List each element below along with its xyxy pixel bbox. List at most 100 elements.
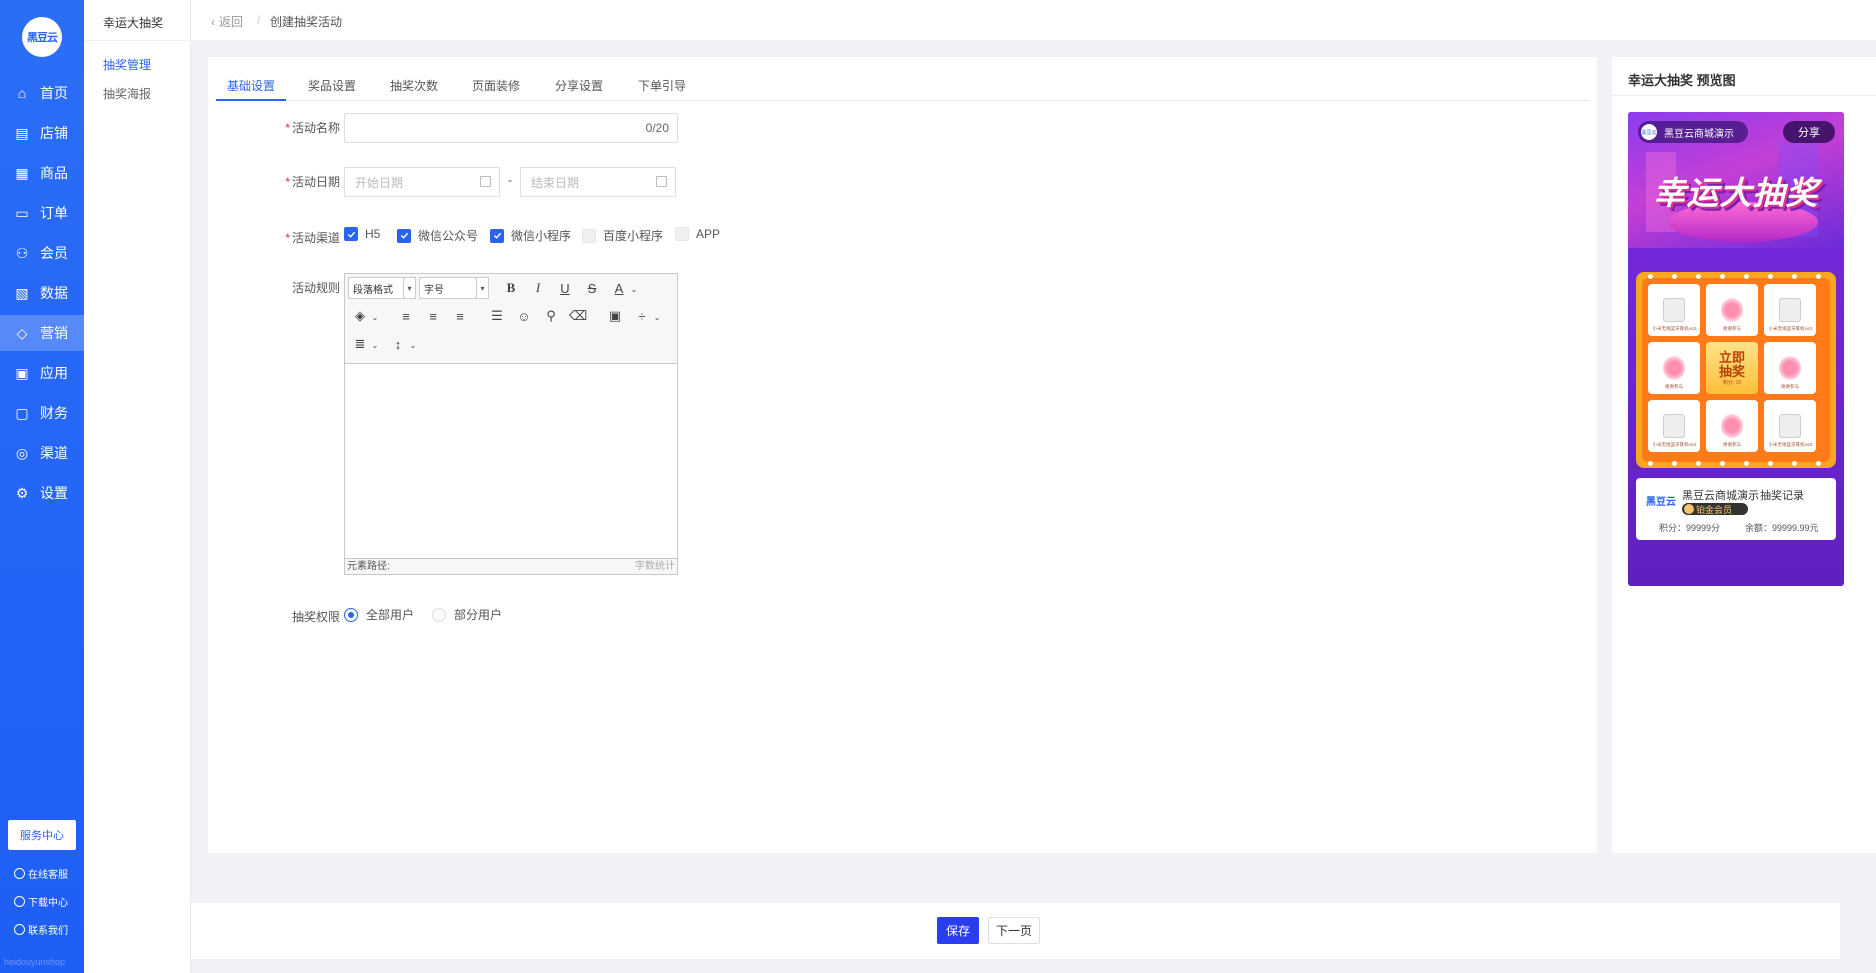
nav-item-finance[interactable]: ▢ 财务 (0, 395, 84, 431)
nav-item-order[interactable]: ▭ 订单 (0, 195, 84, 231)
download-center-link[interactable]: 下载中心 (14, 894, 68, 909)
permission-radio-all[interactable]: 全部用户 (344, 606, 414, 623)
prize-name: 小米无线蓝牙耳机Air2 (1767, 442, 1813, 448)
service-center-button[interactable]: 服务中心 (8, 820, 76, 850)
start-date-input[interactable]: 开始日期 (344, 167, 500, 197)
nav-item-store[interactable]: ▤ 店铺 (0, 115, 84, 151)
nav-item-user[interactable]: ⚇ 会员 (0, 235, 84, 271)
subnav-item-lottery-manage[interactable]: 抽奖管理 (103, 56, 151, 73)
brand-logo[interactable]: 黑豆云 (22, 17, 62, 57)
activity-name-input[interactable]: 0/20 (344, 113, 678, 143)
image-icon[interactable]: ▣ (606, 307, 624, 325)
chevron-down-icon[interactable]: ⌄ (404, 336, 422, 354)
nav-item-label: 数据 (40, 285, 68, 301)
watermark: heidouyunshop (4, 957, 66, 967)
bold-icon[interactable]: B (502, 279, 520, 297)
nav-item-home[interactable]: ⌂ 首页 (0, 75, 84, 111)
editor-footer: 元素路径: 字数统计 (345, 558, 677, 574)
light-bulb-decoration (1648, 274, 1653, 279)
share-button[interactable]: 分享 (1783, 121, 1835, 143)
nav-item-tag[interactable]: ◇ 营销 (0, 315, 84, 351)
font-size-select[interactable]: 字号 ▾ (419, 277, 489, 299)
light-bulb-decoration (1672, 461, 1677, 466)
nav-item-label: 订单 (40, 205, 68, 221)
gear-icon: ⚙ (15, 484, 29, 501)
radio-unselected-icon (432, 607, 446, 622)
member-level-badge: 铂金会员 (1682, 503, 1748, 515)
save-button[interactable]: 保存 (937, 917, 979, 944)
strikethrough-icon[interactable]: S (583, 279, 601, 297)
chevron-down-icon[interactable]: ⌄ (366, 308, 384, 326)
align-left-icon[interactable]: ≡ (397, 307, 415, 325)
tag-icon: ◇ (16, 324, 28, 341)
chevron-down-icon[interactable]: ⌄ (366, 336, 384, 354)
align-right-icon[interactable]: ≡ (451, 307, 469, 325)
tab-page-design[interactable]: 页面装修 (472, 77, 520, 94)
tab-share[interactable]: 分享设置 (555, 77, 603, 94)
eraser-icon[interactable]: ⌫ (569, 307, 587, 325)
start-date-placeholder: 开始日期 (355, 175, 404, 190)
align-center-icon[interactable]: ≡ (424, 307, 442, 325)
chevron-down-icon[interactable]: ⌄ (648, 308, 666, 326)
lottery-grid: 小米无线蓝牙耳机Air2 谢谢参与 小米无线蓝牙耳机Air2 谢谢参与 谢谢参与 小米无线… (1642, 278, 1830, 462)
user-avatar-logo: 黑豆云 (1646, 497, 1676, 508)
app-root: 黑豆云 ⌂ 首页 ▤ 店铺 ▦ 商品 ▭ 订单 ⚇ 会员 ▧ 数据 ◇ 营销 ▣ 应用 ▢ 财务 ◎ 渠道 ⚙ 设置 服务… (0, 0, 1876, 973)
subnav-item-lottery-poster[interactable]: 抽奖海报 (103, 85, 151, 102)
draw-cost-label: 积分: 10 (1722, 379, 1742, 386)
list-icon[interactable]: ☰ (488, 307, 506, 325)
tab-basic[interactable]: 基础设置 (227, 77, 275, 94)
prize-name: 谢谢参与 (1780, 384, 1799, 390)
end-date-input[interactable]: 结束日期 (520, 167, 676, 197)
lottery-records-link[interactable]: 抽奖记录 (1760, 487, 1804, 503)
editor-content-area[interactable] (345, 365, 677, 558)
nav-item-label: 会员 (40, 245, 68, 261)
channel-label: 微信小程序 (511, 229, 572, 243)
light-bulb-decoration (1696, 274, 1701, 279)
prize-name: 小米无线蓝牙耳机Air2 (1767, 326, 1813, 332)
nav-item-gear[interactable]: ⚙ 设置 (0, 475, 84, 511)
channel-checkbox-app[interactable]: APP (675, 227, 720, 241)
shop-name: 黑豆云商城演示 (1664, 128, 1734, 140)
emoji-icon[interactable]: ☺ (515, 307, 533, 325)
link-icon[interactable]: ⚲ (542, 307, 560, 325)
contact-us-link[interactable]: 联系我们 (14, 922, 68, 937)
nav-item-chart[interactable]: ▧ 数据 (0, 275, 84, 311)
calendar-icon (656, 176, 667, 187)
tab-prizes[interactable]: 奖品设置 (308, 77, 356, 94)
channel-checkbox-baidu-mini[interactable]: 百度小程序 (582, 227, 663, 244)
tab-order-guide[interactable]: 下单引导 (638, 77, 686, 94)
end-date-placeholder: 结束日期 (531, 175, 580, 190)
channel-checkbox-wechat-mini[interactable]: 微信小程序 (490, 227, 571, 244)
tab-draw-times[interactable]: 抽奖次数 (390, 77, 438, 94)
paragraph-format-select[interactable]: 段落格式 ▾ (348, 277, 416, 299)
prize-cell: 谢谢参与 (1706, 400, 1758, 452)
next-page-button[interactable]: 下一页 (988, 917, 1040, 944)
user-icon: ⚇ (15, 244, 29, 261)
italic-icon[interactable]: I (529, 279, 547, 297)
subnav-divider (84, 40, 191, 41)
light-bulb-decoration (1792, 461, 1797, 466)
heart-icon (1721, 298, 1743, 322)
nav-item-goods[interactable]: ▦ 商品 (0, 155, 84, 191)
draw-now-label: 抽奖 (1718, 363, 1745, 379)
finance-icon: ▢ (15, 404, 29, 421)
earphones-icon (1779, 298, 1801, 322)
lottery-grid-board: 小米无线蓝牙耳机Air2 谢谢参与 小米无线蓝牙耳机Air2 谢谢参与 谢谢参与 小米无线… (1636, 272, 1836, 468)
footer-actions: 保存 下一页 (191, 903, 1840, 959)
prize-name: 谢谢参与 (1664, 384, 1683, 390)
online-service-link[interactable]: 在线客服 (14, 866, 68, 881)
permission-radio-partial[interactable]: 部分用户 (432, 606, 502, 623)
draw-now-button[interactable]: 立即 抽奖 积分: 10 (1706, 342, 1758, 394)
prize-cell: 小米无线蓝牙耳机Air2 (1648, 400, 1700, 452)
channel-checkbox-wechat-official[interactable]: 微信公众号 (397, 227, 478, 244)
nav-item-app[interactable]: ▣ 应用 (0, 355, 84, 391)
nav-item-label: 财务 (40, 405, 68, 421)
channel-checkbox-h5[interactable]: H5 (344, 227, 380, 241)
underline-icon[interactable]: U (556, 279, 574, 297)
back-link[interactable]: ‹ 返回 (211, 13, 243, 30)
checkbox-unchecked-icon (582, 228, 596, 243)
nav-item-channel[interactable]: ◎ 渠道 (0, 435, 84, 471)
earphones-icon (1663, 414, 1685, 438)
checkbox-checked-icon (397, 228, 411, 243)
chevron-down-icon[interactable]: ⌄ (625, 280, 643, 298)
